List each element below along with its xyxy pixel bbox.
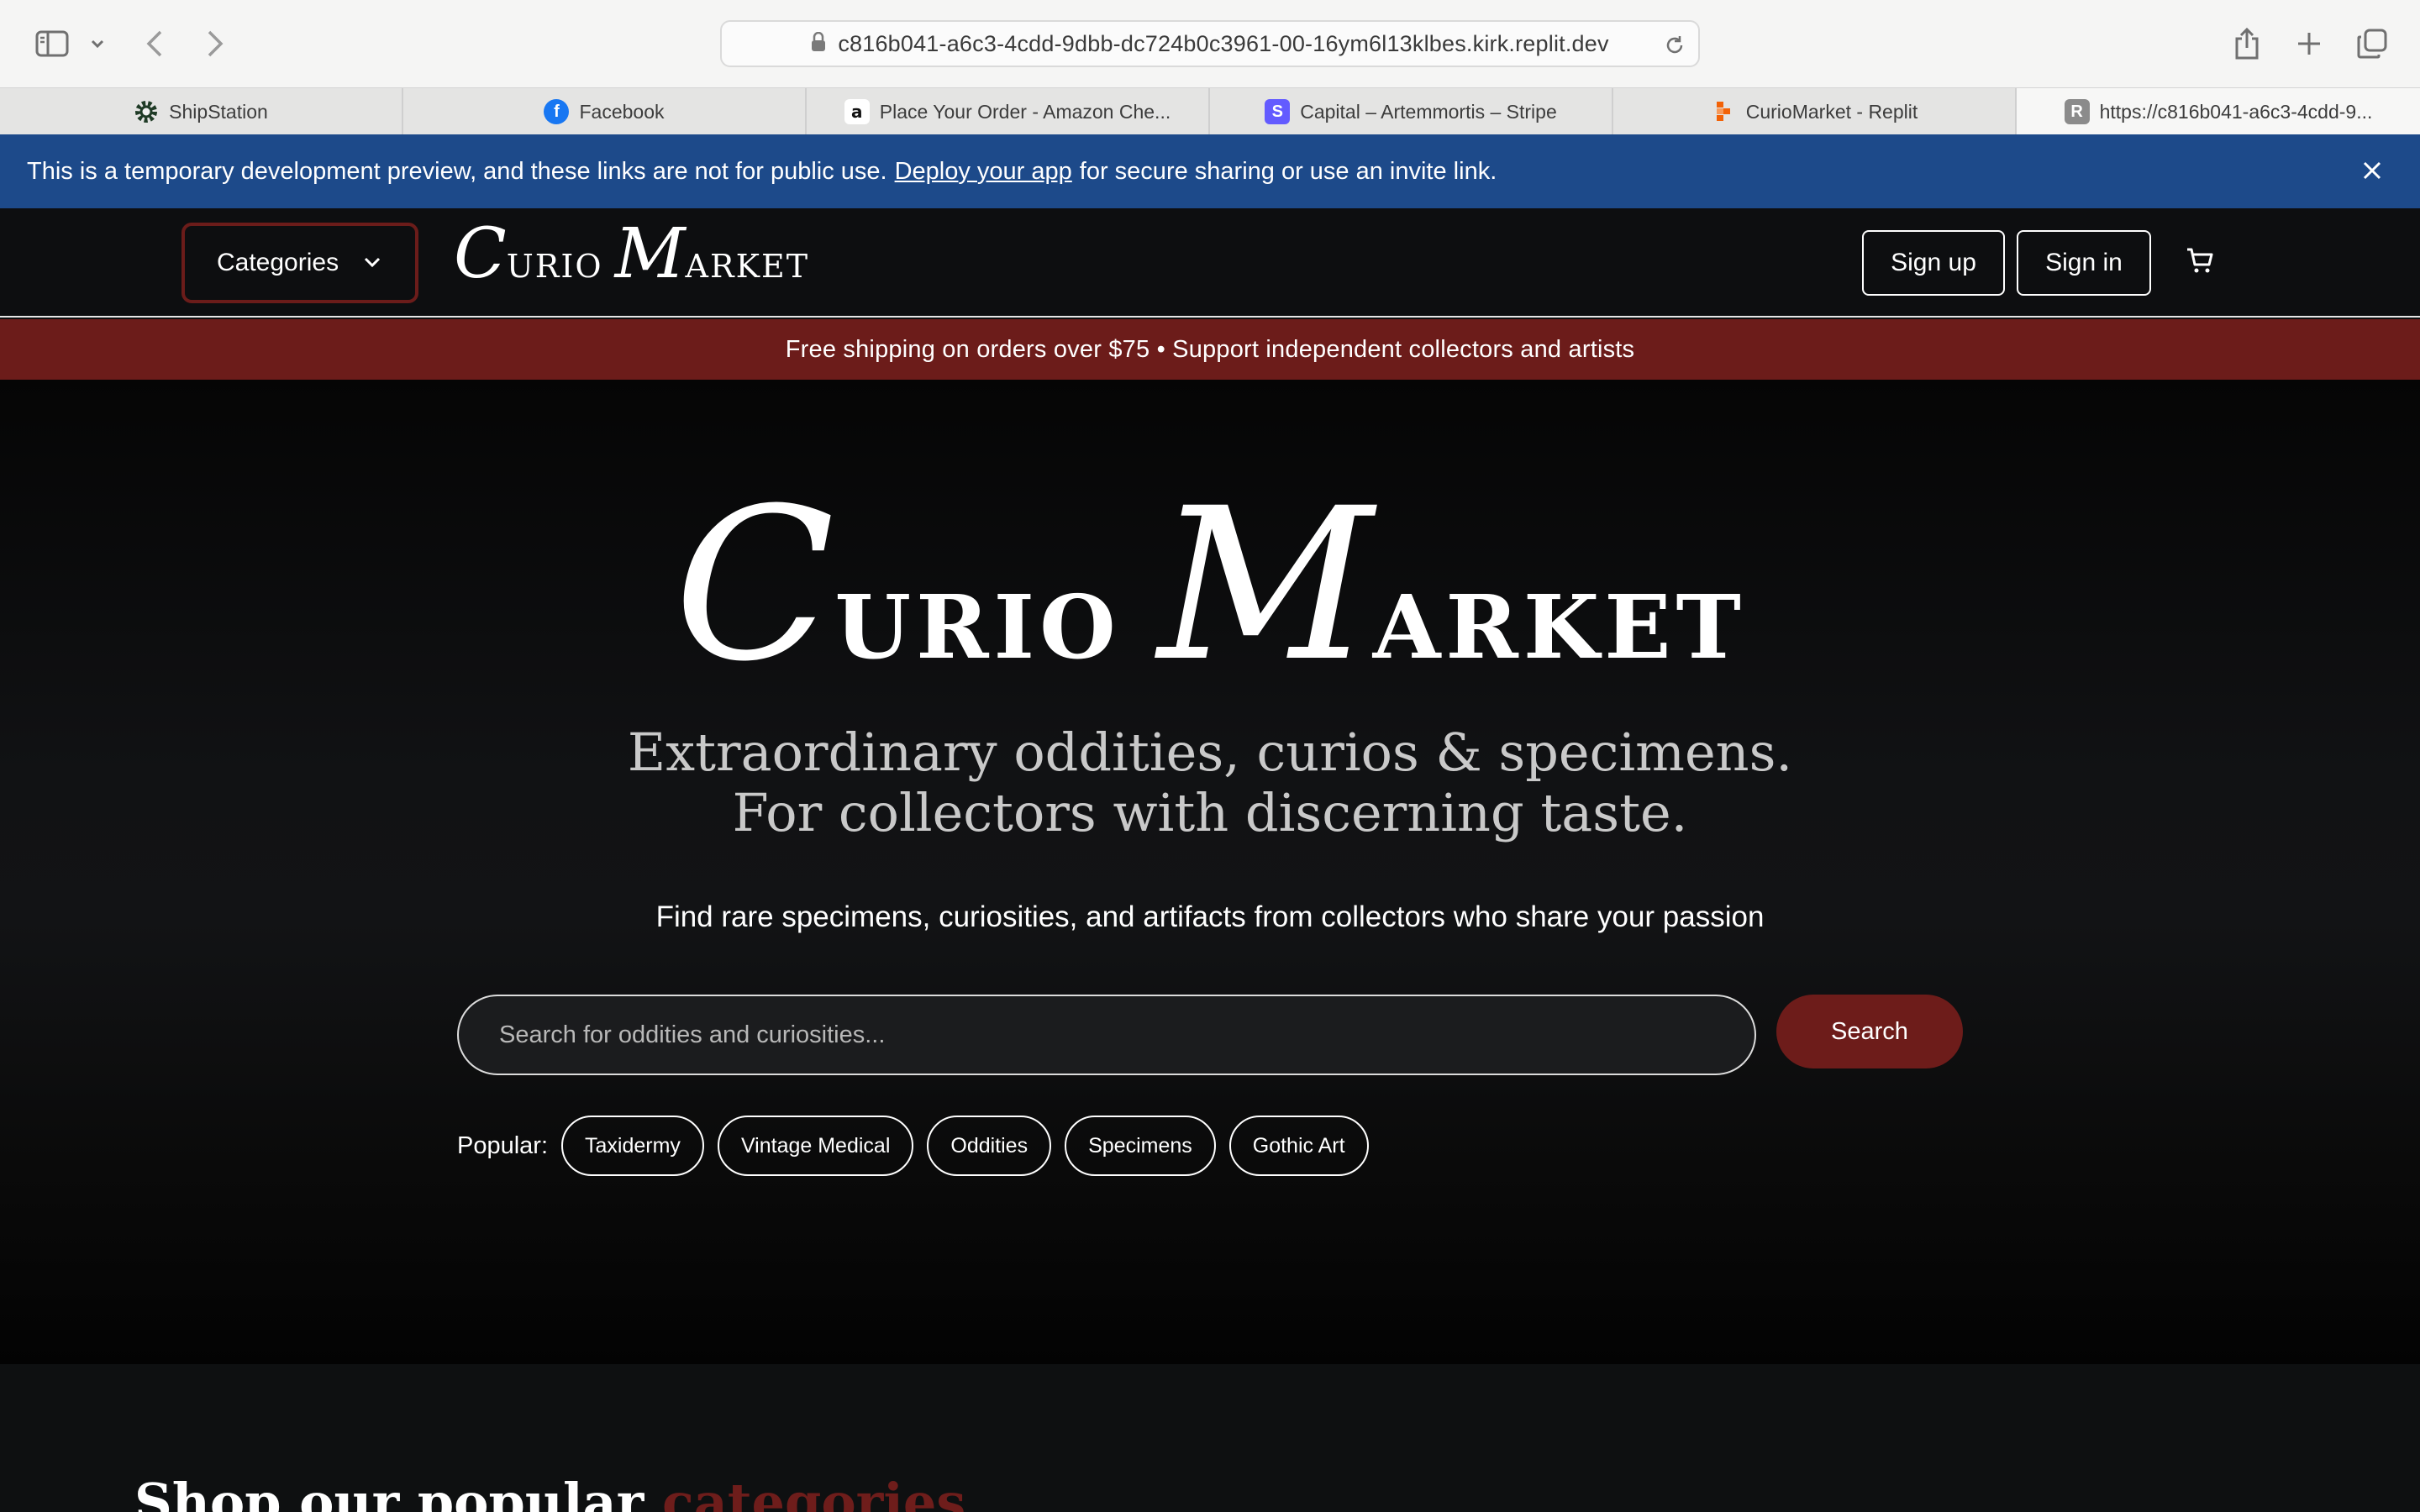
popular-chip-gothic-art[interactable]: Gothic Art [1228, 1116, 1369, 1176]
new-tab-icon[interactable] [2292, 18, 2326, 69]
categories-button[interactable]: Categories [182, 223, 418, 303]
tab-label: Capital – Artemmortis – Stripe [1300, 100, 1557, 123]
tab-active-preview[interactable]: R https://c816b041-a6c3-4cdd-9... [2017, 88, 2420, 135]
hero-logo-text-arket: ARKET [1372, 575, 1746, 679]
tab-stripe[interactable]: S Capital – Artemmortis – Stripe [1210, 88, 1613, 135]
lock-icon [811, 31, 826, 56]
tab-bar: ShipStation f Facebook a Place Your Orde… [0, 87, 2420, 135]
tab-label: ShipStation [169, 100, 268, 123]
hero-logo-letter-c: C [674, 463, 835, 707]
browser-toolbar: c816b041-a6c3-4cdd-9dbb-dc724b0c3961-00-… [0, 0, 2420, 87]
tab-label: https://c816b041-a6c3-4cdd-9... [2099, 100, 2373, 123]
logo-letter-m: M [614, 214, 686, 294]
hero-logo-letter-m: M [1157, 463, 1373, 707]
popular-chip-vintage-medical[interactable]: Vintage Medical [717, 1116, 914, 1176]
logo-text-urio: URIO [506, 248, 603, 285]
popular-searches: Popular: Taxidermy Vintage Medical Oddit… [457, 1116, 1382, 1176]
popular-chip-taxidermy[interactable]: Taxidermy [561, 1116, 704, 1176]
section-title-start: Shop our popular [134, 1472, 644, 1512]
close-icon[interactable] [2358, 156, 2386, 192]
logo-text-arket: ARKET [685, 248, 810, 285]
address-bar[interactable]: c816b041-a6c3-4cdd-9dbb-dc724b0c3961-00-… [720, 20, 1700, 67]
tab-label: CurioMarket - Replit [1745, 100, 1918, 123]
tab-label: Place Your Order - Amazon Che... [879, 100, 1171, 123]
section-title-accent: categories [661, 1472, 966, 1512]
sign-up-button[interactable]: Sign up [1862, 230, 2005, 296]
section-title: Shop our popular categories [134, 1472, 965, 1512]
site-logo[interactable]: C URIO M ARKET [454, 220, 809, 289]
stripe-icon: S [1265, 99, 1291, 124]
search-input[interactable] [499, 1021, 1676, 1049]
dev-preview-banner: This is a temporary development preview,… [0, 134, 2420, 208]
tab-overview-icon[interactable] [2354, 18, 2390, 69]
back-icon[interactable] [139, 18, 170, 69]
site-header: Categories C URIO M ARKET Sign up Sign i… [0, 208, 2420, 318]
chevron-down-icon [364, 257, 381, 268]
search-button[interactable]: Search [1776, 995, 1963, 1068]
hero-subline: Find rare specimens, curiosities, and ar… [655, 900, 1765, 933]
reload-icon[interactable] [1663, 34, 1686, 61]
tab-shipstation[interactable]: ShipStation [0, 88, 403, 135]
share-icon[interactable] [2230, 18, 2264, 69]
facebook-icon: f [544, 99, 570, 124]
sidebar-toggle-icon[interactable] [32, 18, 72, 69]
replit-icon [1711, 99, 1736, 124]
chevron-down-icon[interactable] [87, 18, 108, 69]
hero-logo: C URIO M ARKET [0, 480, 2420, 690]
deploy-app-link[interactable]: Deploy your app [895, 158, 1072, 186]
hero-tagline: Extraordinary oddities, curios & specime… [0, 722, 2420, 843]
popular-categories-section: Shop our popular categories [0, 1364, 2420, 1512]
tagline-line-2: For collectors with discerning taste. [732, 782, 1688, 843]
r-icon: R [2064, 99, 2090, 124]
banner-text-start: This is a temporary development preview,… [27, 157, 887, 185]
popular-label: Popular: [457, 1131, 549, 1159]
hero-section: C URIO M ARKET Extraordinary oddities, c… [0, 380, 2420, 1364]
tab-facebook[interactable]: f Facebook [403, 88, 807, 135]
logo-letter-c: C [454, 214, 507, 294]
forward-icon[interactable] [200, 18, 230, 69]
hero-logo-text-urio: URIO [834, 575, 1121, 679]
popular-chip-specimens[interactable]: Specimens [1065, 1116, 1216, 1176]
sign-in-button[interactable]: Sign in [2017, 230, 2151, 296]
search-field[interactable] [457, 995, 1756, 1075]
banner-text-end: for secure sharing or use an invite link… [1079, 157, 1497, 185]
tab-replit[interactable]: CurioMarket - Replit [1613, 88, 2017, 135]
amazon-icon: a [844, 99, 870, 124]
tab-label: Facebook [579, 100, 665, 123]
promo-bar: Free shipping on orders over $75 • Suppo… [0, 319, 2420, 380]
url-text: c816b041-a6c3-4cdd-9dbb-dc724b0c3961-00-… [838, 30, 1609, 56]
cart-icon[interactable] [2185, 245, 2215, 280]
tagline-line-1: Extraordinary oddities, curios & specime… [627, 722, 1793, 783]
tab-amazon[interactable]: a Place Your Order - Amazon Che... [807, 88, 1210, 135]
shipstation-icon [134, 99, 159, 124]
popular-chip-oddities[interactable]: Oddities [927, 1116, 1052, 1176]
categories-label: Categories [217, 249, 339, 276]
